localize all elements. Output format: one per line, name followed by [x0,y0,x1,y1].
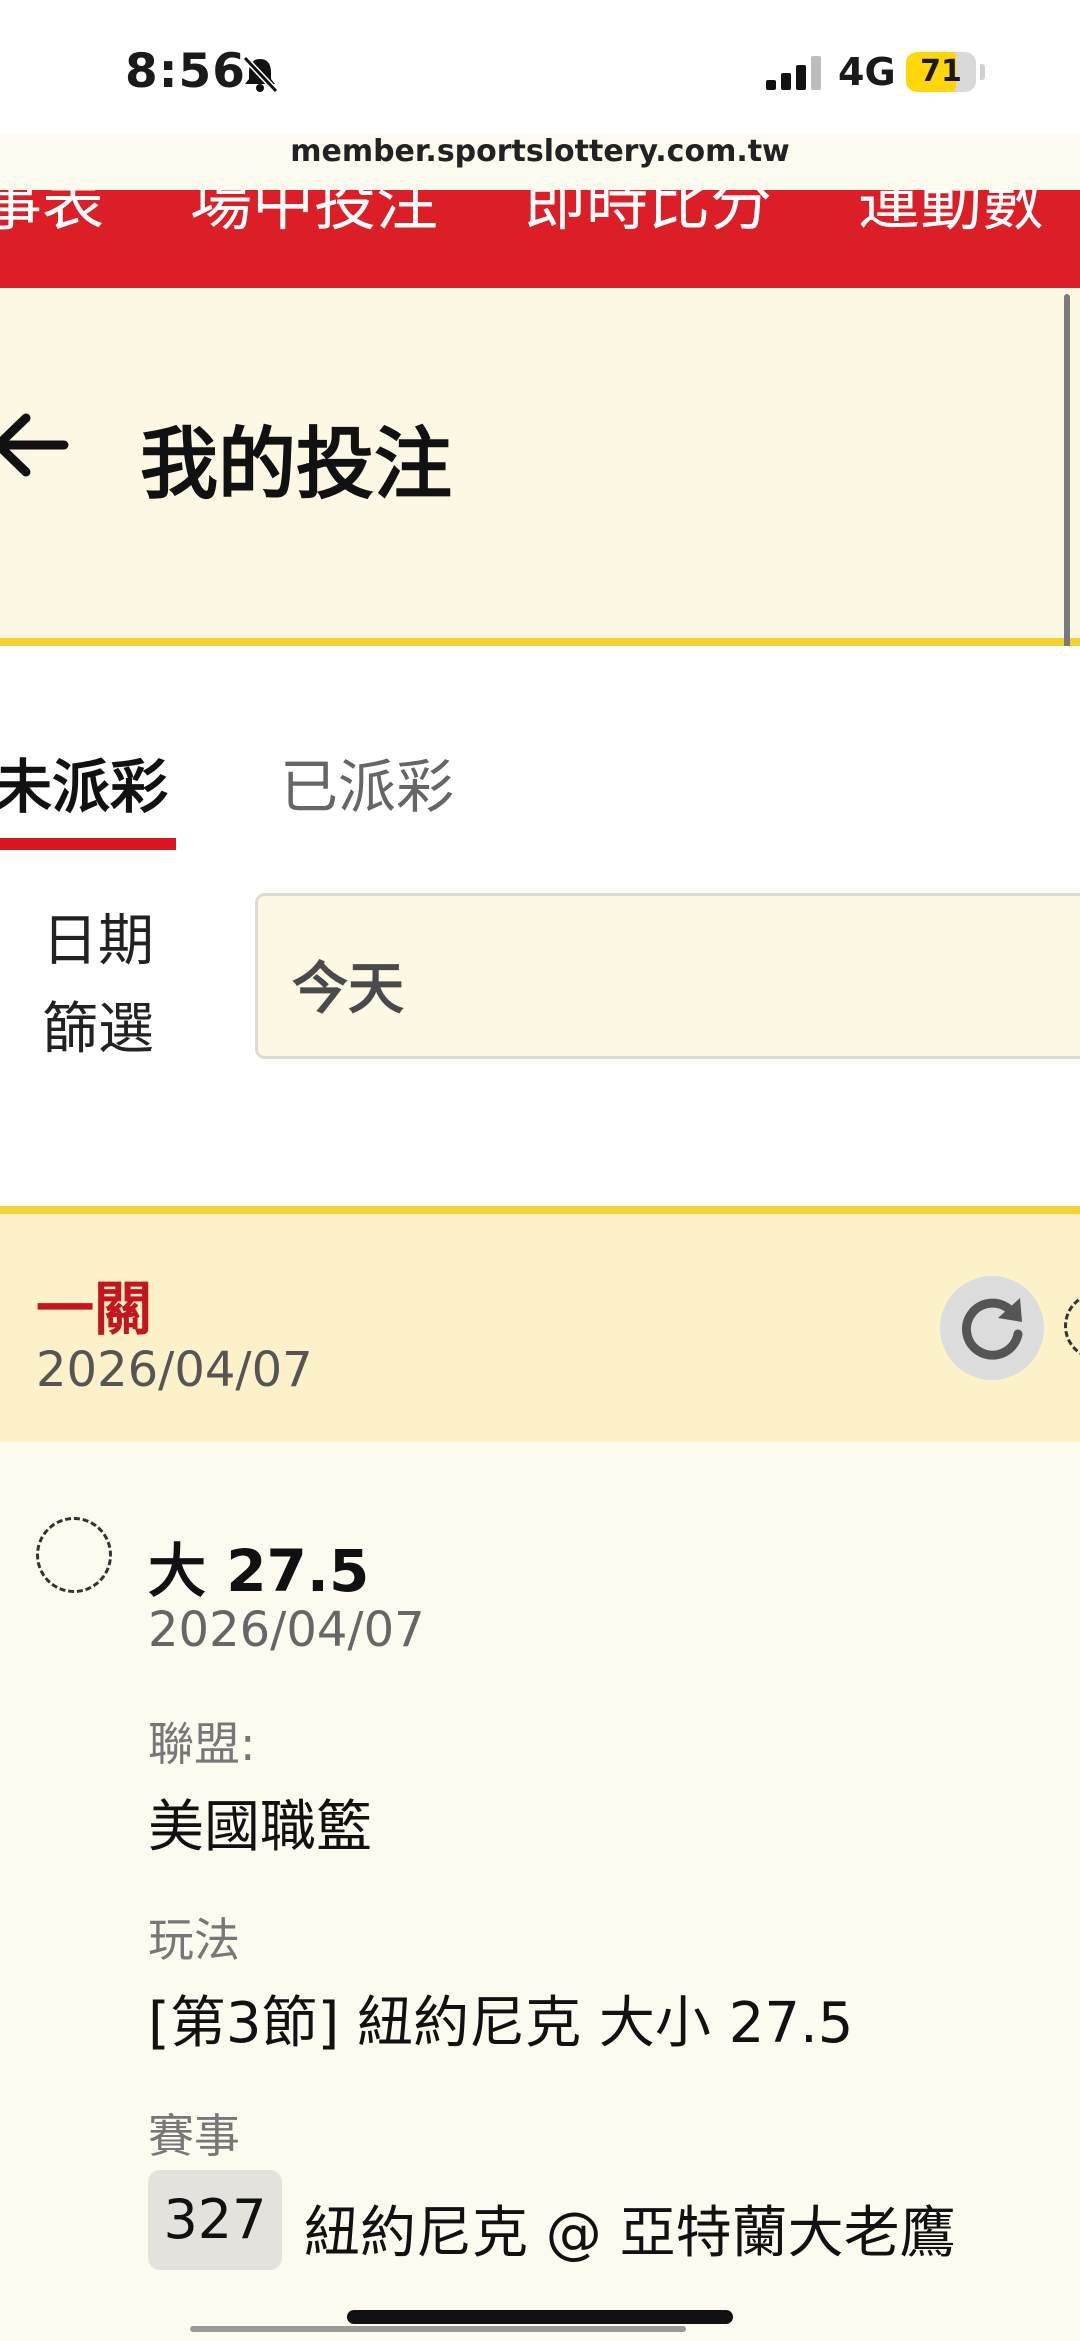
back-arrow-icon[interactable] [0,410,72,484]
status-time: 8:56 [125,44,246,99]
bell-slash-icon [240,54,280,98]
selection-date: 2026/04/07 [148,1602,425,1658]
address-bar-url[interactable]: member.sportslottery.com.tw [0,134,1080,169]
header-divider [0,638,1080,646]
card-divider [0,1206,1080,1214]
nav-item-sports-data[interactable]: 運動數 [858,190,1044,242]
nav-item-schedule[interactable]: 事表 [0,190,104,242]
battery-percent: 71 [920,54,962,89]
league-label: 聯盟: [148,1717,256,1771]
nav-item-live-betting[interactable]: 場中投注 [190,190,438,242]
top-nav-bar: 事表 場中投注 即時比分 運動數 [0,190,1080,288]
market-label: 玩法 [148,1913,240,1967]
refresh-icon [961,1298,1023,1360]
event-number-badge: 327 [148,2170,282,2270]
tab-unsettled[interactable]: 未派彩 [0,740,168,824]
selection-status-icon [36,1517,112,1593]
battery-cap [980,64,985,80]
home-indicator[interactable] [347,2310,733,2324]
date-filter-label: 日期篩選 [42,909,154,1062]
browser-toolbar-edge [190,2326,686,2332]
bet-card-header [0,1214,1080,1442]
event-label: 賽事 [148,2109,240,2163]
cellular-signal-icon [766,56,826,90]
selection-name: 大 27.5 [148,1537,370,1605]
tab-settled[interactable]: 已派彩 [280,740,454,824]
event-name: 紐約尼克 @ 亞特蘭大老鷹 [304,2201,956,2266]
date-filter-value: 今天 [292,957,404,1022]
bet-type: 一關 [36,1275,153,1343]
active-tab-indicator [0,838,176,850]
network-type: 4G [838,50,896,94]
market-value: [第3節] 紐約尼克 大小 27.5 [148,1991,854,2056]
nav-item-live-scores[interactable]: 即時比分 [524,190,772,242]
page-title: 我的投注 [140,420,453,510]
refresh-button[interactable] [940,1276,1044,1380]
bet-date: 2026/04/07 [36,1342,313,1398]
league-value: 美國職籃 [148,1795,372,1860]
